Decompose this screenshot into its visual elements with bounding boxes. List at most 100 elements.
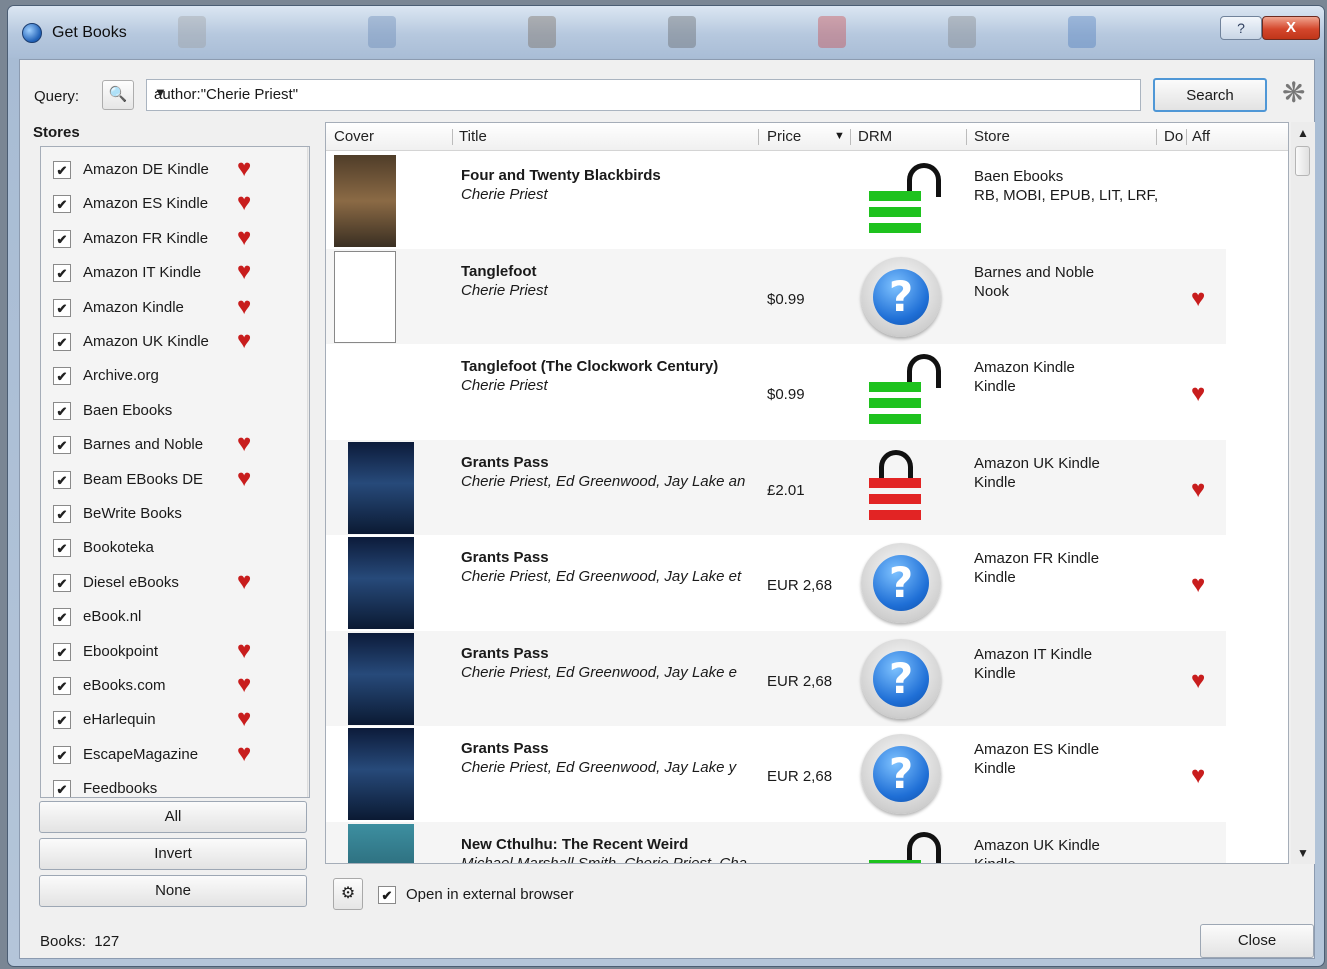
column-cover[interactable]: Cover bbox=[334, 128, 374, 145]
table-row[interactable]: New Cthulhu: The Recent Weird Michael Mar… bbox=[326, 821, 1226, 863]
store-list-item[interactable]: ✔ Barnes and Noble ♥ bbox=[49, 432, 267, 460]
close-button[interactable]: Close bbox=[1200, 924, 1314, 958]
question-mark-icon: ? bbox=[873, 555, 929, 611]
affiliate-heart-icon: ♥ bbox=[1191, 859, 1205, 863]
affiliate-heart-icon: ♥ bbox=[1191, 475, 1206, 503]
store-list-item[interactable]: ✔ Beam EBooks DE ♥ bbox=[49, 466, 267, 495]
store-list-item[interactable]: ✔ Diesel eBooks ♥ bbox=[49, 569, 267, 598]
invert-selection-button[interactable]: Invert bbox=[39, 838, 307, 870]
store-checkbox[interactable]: ✔ bbox=[53, 642, 71, 661]
store-list-item[interactable]: ✔ eHarlequin ♥ bbox=[49, 707, 267, 735]
query-input[interactable]: author:"Cherie Priest" ▼ bbox=[146, 79, 1141, 111]
book-cover-image bbox=[348, 537, 414, 629]
store-checkbox[interactable]: ✔ bbox=[53, 470, 71, 489]
open-external-label[interactable]: Open in external browser bbox=[406, 886, 574, 903]
store-checkbox[interactable]: ✔ bbox=[53, 745, 71, 764]
store-list-item[interactable]: ✔ Amazon DE Kindle ♥ bbox=[49, 157, 267, 185]
store-list-item[interactable]: ✔ Feedbooks bbox=[49, 776, 267, 797]
affiliate-heart-icon: ♥ bbox=[237, 223, 252, 251]
column-download[interactable]: Do bbox=[1164, 128, 1183, 145]
book-title: Tanglefoot bbox=[461, 262, 537, 280]
table-row[interactable]: Grants Pass Cherie Priest, Ed Greenwood, … bbox=[326, 535, 1226, 630]
affiliate-heart-icon: ♥ bbox=[237, 155, 252, 182]
store-checkbox[interactable]: ✔ bbox=[53, 711, 71, 730]
store-list-item[interactable]: ✔ Amazon FR Kindle ♥ bbox=[49, 223, 267, 254]
column-drm[interactable]: DRM bbox=[858, 128, 892, 145]
store-list-item[interactable]: ✔ BeWrite Books bbox=[49, 501, 267, 529]
book-author: Cherie Priest, Ed Greenwood, Jay Lake an bbox=[461, 472, 746, 490]
scroll-down-icon[interactable]: ▼ bbox=[1297, 846, 1309, 860]
scroll-up-icon[interactable]: ▲ bbox=[1297, 126, 1309, 140]
book-price: £2.01 bbox=[767, 481, 805, 499]
open-external-checkbox[interactable]: ✔ bbox=[378, 886, 396, 904]
lock-body bbox=[869, 477, 921, 520]
window-close-button[interactable]: X bbox=[1262, 16, 1320, 40]
column-separator bbox=[1186, 129, 1187, 145]
store-list-item[interactable]: ✔ Archive.org bbox=[49, 363, 267, 391]
store-checkbox[interactable]: ✔ bbox=[53, 608, 71, 627]
configure-icon[interactable]: ⚙ bbox=[333, 878, 363, 910]
store-formats: Kindle bbox=[974, 760, 1016, 777]
book-cover-image bbox=[348, 632, 414, 725]
store-checkbox[interactable]: ✔ bbox=[53, 367, 71, 386]
store-list-item[interactable]: ✔ Amazon UK Kindle ♥ bbox=[49, 329, 267, 357]
store-name-label: eBooks.com bbox=[83, 677, 166, 694]
store-list-item[interactable]: ✔ Bookoteka bbox=[49, 535, 267, 563]
select-all-button[interactable]: All bbox=[39, 801, 307, 833]
store-checkbox[interactable]: ✔ bbox=[53, 780, 71, 797]
store-list-item[interactable]: ✔ eBook.nl bbox=[49, 604, 267, 632]
title-bar[interactable]: Get Books ? X bbox=[8, 6, 1324, 58]
scrollbar-thumb[interactable] bbox=[1295, 146, 1310, 176]
store-name-label: Barnes and Noble bbox=[83, 436, 204, 454]
column-affiliate[interactable]: Aff bbox=[1192, 128, 1210, 145]
store-checkbox[interactable]: ✔ bbox=[53, 539, 71, 558]
stores-scrollbar[interactable]: ▲ ▼ bbox=[307, 147, 309, 797]
store-list-item[interactable]: ✔ Baen Ebooks bbox=[49, 398, 267, 426]
store-list-item[interactable]: ✔ Amazon IT Kindle ♥ bbox=[49, 260, 267, 288]
book-cover-image bbox=[348, 728, 414, 820]
store-checkbox[interactable]: ✔ bbox=[53, 298, 71, 317]
store-cell: Amazon IT Kindle Kindle bbox=[974, 645, 1092, 683]
store-list-item[interactable]: ✔ Amazon ES Kindle ♥ bbox=[49, 191, 267, 219]
chevron-down-icon[interactable]: ▼ bbox=[154, 85, 1132, 100]
drm-unknown-icon: ? bbox=[861, 638, 941, 719]
store-checkbox[interactable]: ✔ bbox=[53, 573, 71, 592]
store-name: Amazon UK Kindle bbox=[974, 454, 1100, 472]
store-checkbox[interactable]: ✔ bbox=[53, 195, 71, 214]
store-name: Amazon IT Kindle bbox=[974, 645, 1093, 663]
store-checkbox[interactable]: ✔ bbox=[53, 264, 71, 283]
store-checkbox[interactable]: ✔ bbox=[53, 333, 71, 351]
store-checkbox[interactable]: ✔ bbox=[53, 505, 71, 523]
column-title[interactable]: Title bbox=[459, 128, 487, 145]
store-checkbox[interactable]: ✔ bbox=[53, 229, 71, 248]
select-none-button[interactable]: None bbox=[39, 875, 307, 907]
help-button[interactable]: ? bbox=[1220, 16, 1262, 40]
table-row[interactable]: Grants Pass Cherie Priest, Ed Greenwood, … bbox=[326, 439, 1226, 535]
store-checkbox[interactable]: ✔ bbox=[53, 436, 71, 455]
table-row[interactable]: Tanglefoot Cherie Priest $0.99? Barnes and … bbox=[326, 248, 1226, 344]
store-list-item[interactable]: ✔ Amazon Kindle ♥ bbox=[49, 294, 267, 323]
dialog-body: Query: 🔍 author:"Cherie Priest" ▼ Search… bbox=[19, 59, 1315, 959]
table-row[interactable]: Grants Pass Cherie Priest, Ed Greenwood, … bbox=[326, 726, 1226, 821]
search-button[interactable]: Search bbox=[1153, 78, 1267, 112]
store-list-item[interactable]: ✔ EscapeMagazine ♥ bbox=[49, 739, 267, 770]
store-checkbox[interactable]: ✔ bbox=[53, 677, 71, 695]
table-row[interactable]: Tanglefoot (The Clockwork Century) Cherie… bbox=[326, 344, 1226, 439]
store-list-item[interactable]: ✔ Ebookpoint ♥ bbox=[49, 638, 267, 667]
column-price[interactable]: Price bbox=[767, 128, 801, 145]
store-checkbox[interactable]: ✔ bbox=[53, 401, 71, 420]
binoculars-icon[interactable]: 🔍 bbox=[102, 80, 134, 110]
background-taskbar-icon bbox=[948, 16, 976, 48]
store-checkbox[interactable]: ✔ bbox=[53, 161, 71, 179]
results-scrollbar[interactable]: ▲ ▼ bbox=[1291, 122, 1315, 864]
stores-list: ✔ Amazon DE Kindle ♥ ✔ Amazon ES Kindle ♥ ✔ Ama… bbox=[40, 146, 310, 798]
book-price: $0.99 bbox=[767, 386, 805, 403]
table-row[interactable]: Grants Pass Cherie Priest, Ed Greenwood, … bbox=[326, 630, 1226, 726]
book-cover-image bbox=[334, 250, 396, 343]
column-store[interactable]: Store bbox=[974, 128, 1010, 145]
table-header: Cover Title Price ▼ DRM Store Do Aff bbox=[326, 123, 1288, 151]
store-list-item[interactable]: ✔ eBooks.com ♥ bbox=[49, 673, 267, 701]
books-count: Books: 127 bbox=[40, 933, 119, 950]
table-row[interactable]: Four and Twenty Blackbirds Cherie Priest B… bbox=[326, 153, 1226, 248]
affiliate-heart-icon: ♥ bbox=[237, 739, 252, 767]
